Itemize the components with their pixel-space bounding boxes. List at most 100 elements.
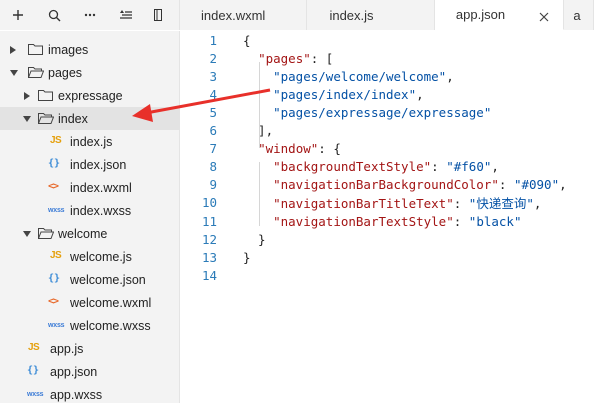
split-icon[interactable] (144, 0, 164, 30)
folder-open-icon (37, 112, 55, 127)
json-punctuation (243, 141, 258, 156)
json-string: "快递查询" (468, 196, 534, 212)
json-punctuation (243, 159, 273, 174)
code-editor[interactable]: 1{2 "pages": [3 "pages/welcome/welcome",… (181, 31, 594, 403)
tree-file-app-json[interactable]: {} app.json (0, 360, 180, 383)
json-punctuation (243, 214, 273, 229)
tree-label: images (48, 42, 89, 57)
tree-file-welcome-js[interactable]: JS welcome.js (0, 245, 180, 268)
line-number: 12 (201, 231, 217, 247)
tree-label: index.wxml (70, 180, 132, 195)
tab-app-json[interactable]: app.json (434, 0, 565, 30)
search-icon[interactable] (36, 0, 72, 30)
tab-index-js[interactable]: index.js (307, 0, 435, 30)
tree-file-index-json[interactable]: {} index.json (0, 153, 180, 176)
js-file-icon: JS (50, 135, 62, 146)
folder-icon (28, 43, 43, 58)
json-key: "backgroundTextStyle" (273, 159, 432, 175)
tree-file-welcome-wxss[interactable]: wxss welcome.wxss (0, 314, 180, 337)
tree-label: pages (48, 65, 83, 80)
code-text: "navigationBarTextStyle": "black" (243, 214, 521, 229)
js-file-icon: JS (28, 342, 40, 353)
file-explorer: images pages expressage index JS index.j… (0, 31, 180, 403)
tree-file-welcome-json[interactable]: {} welcome.json (0, 268, 180, 291)
line-number: 6 (209, 123, 217, 138)
json-punctuation: : (431, 159, 447, 175)
collapse-icon[interactable] (108, 0, 144, 30)
line-number: 3 (209, 68, 217, 84)
tree-file-index-wxss[interactable]: wxss index.wxss (0, 199, 180, 222)
json-string: "pages/index/index" (273, 86, 417, 102)
folder-icon (38, 89, 53, 104)
code-line: 1{ (181, 31, 594, 49)
json-key: "navigationBarTitleText" (273, 196, 454, 212)
json-file-icon: {} (48, 158, 61, 169)
json-punctuation: , (533, 196, 542, 212)
json-file-icon: {} (27, 365, 40, 376)
code-text: "navigationBarBackgroundColor": "#090", (243, 177, 567, 192)
tree-folder-index[interactable]: index (0, 107, 180, 130)
chevron-down-icon[interactable] (23, 230, 31, 238)
json-punctuation (243, 69, 273, 84)
chevron-right-icon[interactable] (23, 91, 31, 100)
line-number: 1 (209, 32, 217, 48)
tree-label: welcome.wxml (70, 295, 152, 310)
tree-label: app.js (50, 341, 84, 356)
plus-icon[interactable] (0, 0, 36, 30)
line-number: 13 (201, 249, 217, 265)
code-text: "navigationBarTitleText": "快递查询", (243, 193, 541, 212)
wxss-file-icon: wxss (48, 322, 65, 329)
line-number: 4 (209, 86, 217, 102)
json-punctuation: : [ (310, 50, 334, 66)
tree-folder-pages[interactable]: pages (0, 61, 180, 84)
tree-label: welcome.js (70, 249, 132, 264)
json-key: "navigationBarTextStyle" (273, 213, 454, 229)
tab-partial[interactable]: a (564, 0, 594, 30)
tree-folder-images[interactable]: images (0, 38, 180, 61)
code-text: "window": { (243, 141, 341, 156)
tab-label: app.json (455, 7, 506, 22)
tree-label: welcome (58, 226, 108, 241)
json-punctuation: } (243, 231, 266, 247)
tree-folder-expressage[interactable]: expressage (0, 84, 180, 107)
code-text: ], (243, 123, 273, 138)
tree-file-app-js[interactable]: JS app.js (0, 337, 180, 360)
json-punctuation: : { (318, 141, 341, 157)
line-number: 9 (209, 177, 217, 193)
tree-label: welcome.wxss (70, 318, 151, 333)
json-punctuation: { (243, 32, 251, 48)
json-punctuation: : (453, 213, 469, 229)
top-bar: index.wxml index.js app.json a (0, 0, 594, 30)
json-file-icon: {} (48, 273, 61, 284)
tab-label: index.wxml (201, 7, 266, 23)
chevron-down-icon[interactable] (10, 69, 18, 77)
json-punctuation: } (243, 249, 251, 265)
tab-label: a (573, 7, 581, 23)
chevron-down-icon[interactable] (23, 115, 31, 123)
tree-file-app-wxss[interactable]: wxss app.wxss (0, 383, 180, 403)
tree-label: expressage (58, 88, 123, 103)
tree-label: index.json (70, 157, 127, 172)
json-punctuation: , (446, 68, 454, 84)
code-line: 9 "navigationBarBackgroundColor": "#090"… (181, 176, 594, 194)
wxss-file-icon: wxss (27, 391, 44, 398)
js-file-icon: JS (50, 250, 62, 261)
tree-file-welcome-wxml[interactable]: <> welcome.wxml (0, 291, 180, 314)
tree-folder-welcome[interactable]: welcome (0, 222, 180, 245)
tree-label: index.js (70, 134, 113, 149)
close-icon[interactable] (539, 10, 549, 21)
more-icon[interactable] (72, 0, 108, 30)
tree-file-index-js[interactable]: JS index.js (0, 130, 180, 153)
chevron-right-icon[interactable] (9, 45, 17, 54)
tree-file-index-wxml[interactable]: <> index.wxml (0, 176, 180, 199)
tab-index-wxml[interactable]: index.wxml (180, 0, 308, 30)
wxml-file-icon: <> (48, 296, 59, 307)
tree-label: app.wxss (50, 387, 103, 402)
code-text: "pages/expressage/expressage" (243, 105, 491, 120)
code-text: "pages/welcome/welcome", (243, 69, 454, 84)
code-line: 10 "navigationBarTitleText": "快递查询", (181, 194, 594, 212)
code-line: 11 "navigationBarTextStyle": "black" (181, 212, 594, 230)
json-punctuation (243, 87, 273, 102)
json-punctuation: , (559, 177, 567, 193)
json-key: "navigationBarBackgroundColor" (273, 177, 499, 193)
